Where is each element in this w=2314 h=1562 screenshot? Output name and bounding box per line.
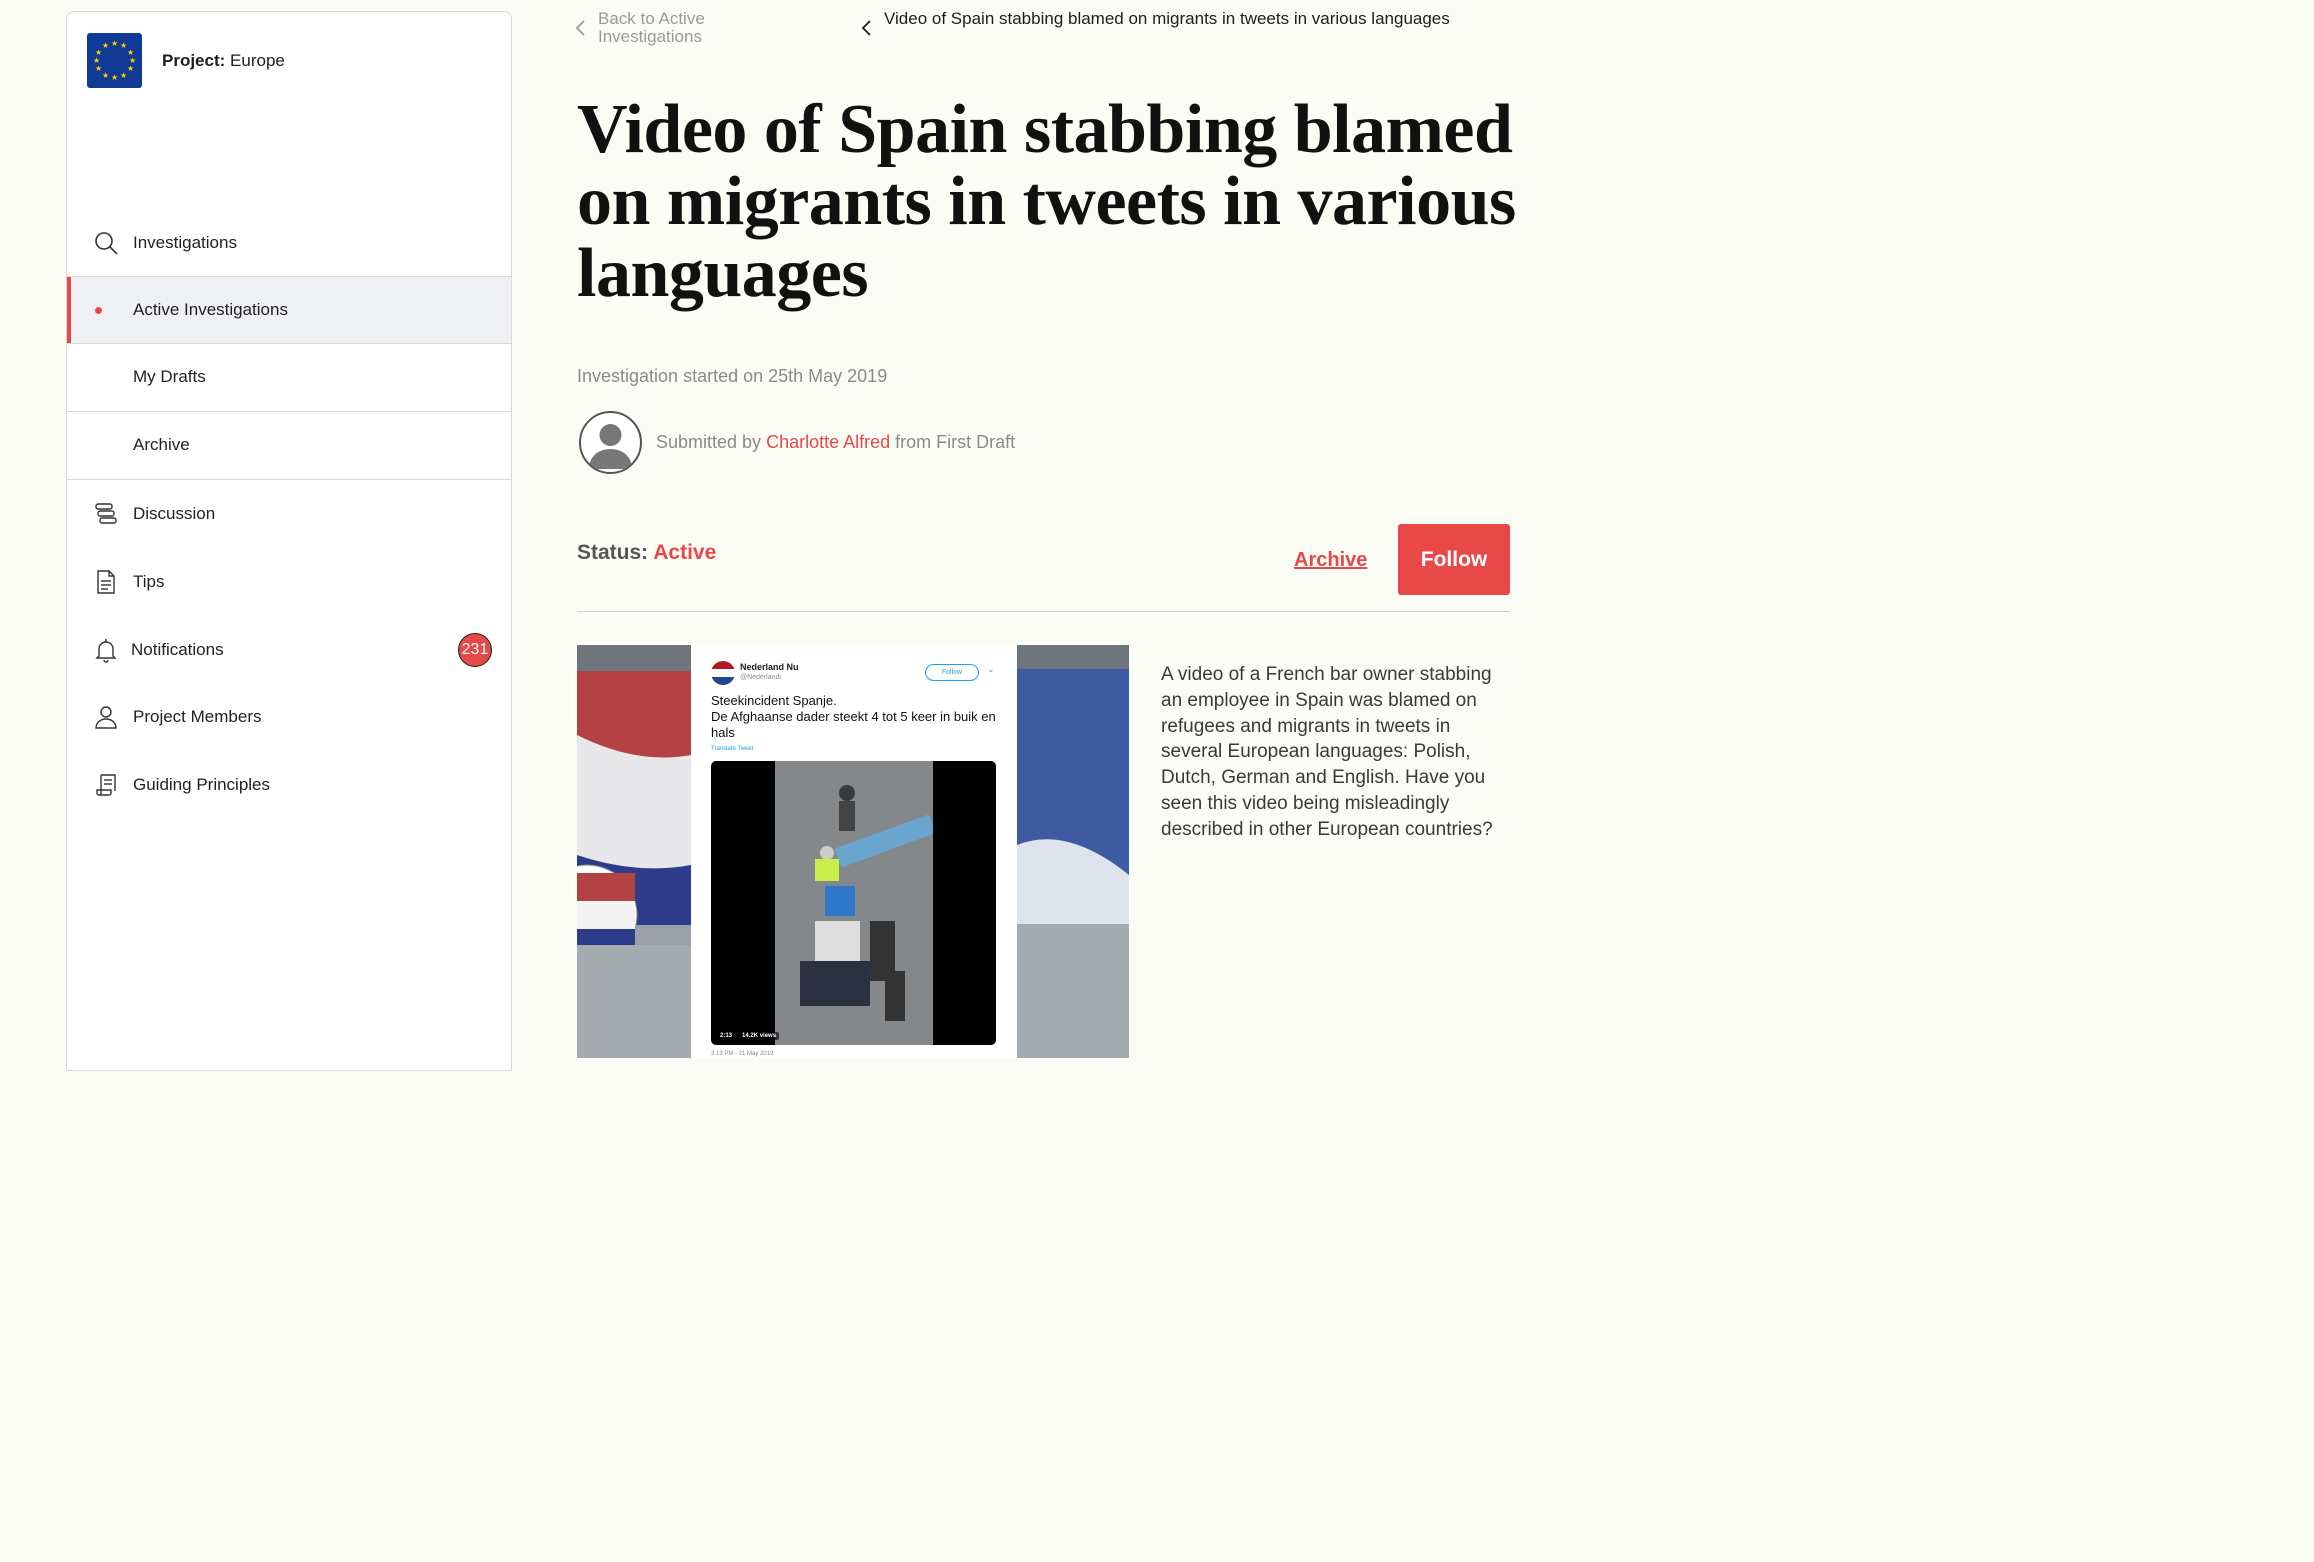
chevron-left-icon <box>860 10 876 41</box>
tweet-text-line: Steekincident Spanje. <box>711 693 837 708</box>
sidebar-item-label: Investigations <box>133 233 237 252</box>
eu-flag-icon: ★ ★ ★ ★ ★ ★ ★ ★ ★ ★ ★ ★ <box>87 33 142 88</box>
sidebar-item-project-members[interactable]: Project Members <box>67 685 511 749</box>
back-link-label: Back to Active Investigations <box>598 9 705 46</box>
sidebar-item-discussion[interactable]: Discussion <box>67 482 511 546</box>
project-prefix: Project: <box>162 50 226 70</box>
tweet-screenshot-image[interactable]: Nederland Nu @Nederlandi Follow ⌄ Steeki… <box>577 645 1129 1058</box>
tweet-avatar <box>711 661 735 685</box>
divider <box>67 479 511 480</box>
investigation-description: A video of a French bar owner stabbing a… <box>1161 664 1493 840</box>
video-frame <box>775 761 936 1045</box>
submitted-prefix: Submitted by <box>656 432 762 452</box>
app-root: ★ ★ ★ ★ ★ ★ ★ ★ ★ ★ ★ ★ Project: Europe <box>0 0 1568 1071</box>
tweet-account-name: Nederland Nu <box>740 662 799 672</box>
divider <box>577 611 1510 612</box>
project-title: Project: Europe <box>162 51 285 71</box>
submitter-name-link[interactable]: Charlotte Alfred <box>766 432 890 452</box>
current-crumb: Video of Spain stabbing blamed on migran… <box>860 10 1460 41</box>
sidebar-item-label: Tips <box>133 572 165 591</box>
sidebar-item-label: Discussion <box>133 504 216 523</box>
notification-count-badge: 231 <box>458 633 492 667</box>
current-crumb-label: Video of Spain stabbing blamed on migran… <box>884 9 1450 28</box>
tweet-follow-button: Follow <box>925 664 979 681</box>
submitter-text: Submitted by Charlotte Alfred from First… <box>656 432 1015 453</box>
sidebar-item-label: Notifications <box>131 640 224 659</box>
sidebar-item-label: Active Investigations <box>133 300 288 319</box>
submitter-info: Submitted by Charlotte Alfred from First… <box>579 411 1015 474</box>
tweet-handle: @Nederlandi <box>740 674 781 681</box>
sidebar-item-tips[interactable]: Tips <box>67 550 511 614</box>
bell-icon <box>93 637 119 663</box>
chevron-down-icon: ⌄ <box>987 664 995 674</box>
video-duration: 2:13 <box>717 1032 736 1040</box>
archive-link[interactable]: Archive <box>1294 549 1367 572</box>
tweet-date: 3:13 PM - 21 May 2019 <box>711 1051 774 1057</box>
breadcrumb: Back to Active Investigations Video of S… <box>574 10 1474 50</box>
user-icon <box>93 704 119 730</box>
background-profile-left <box>577 645 691 1058</box>
search-icon <box>93 230 119 256</box>
status-label: Status: <box>577 541 649 564</box>
status-badge: Active <box>653 541 717 564</box>
sidebar-item-label: My Drafts <box>133 367 206 386</box>
submitted-suffix: from First Draft <box>895 432 1016 452</box>
tweet-video: 2:13 14.2K views <box>711 761 996 1045</box>
investigation-start-date: Investigation started on 25th May 2019 <box>577 366 888 386</box>
project-header[interactable]: ★ ★ ★ ★ ★ ★ ★ ★ ★ ★ ★ ★ Project: Europe <box>87 33 285 88</box>
sidebar-item-label: Guiding Principles <box>133 775 271 794</box>
chevron-left-icon <box>574 10 590 46</box>
tweet-text-line: De Afghaanse dader steekt 4 tot 5 keer i… <box>711 709 996 740</box>
back-link[interactable]: Back to Active Investigations <box>574 10 748 46</box>
project-name: Europe <box>230 50 285 70</box>
sidebar-item-label: Project Members <box>133 707 262 726</box>
document-icon <box>93 569 119 595</box>
sidebar-item-my-drafts[interactable]: My Drafts <box>67 344 511 410</box>
sidebar-item-label: Archive <box>133 435 190 454</box>
active-indicator-dot <box>95 306 102 314</box>
follow-button[interactable]: Follow <box>1398 524 1510 595</box>
sidebar-item-active-investigations[interactable]: Active Investigations <box>67 277 511 343</box>
avatar <box>579 411 642 474</box>
video-views: 14.2K views <box>739 1032 780 1040</box>
tweet-text: Steekincident Spanje. De Afghaanse dader… <box>711 693 1001 741</box>
scroll-icon <box>93 772 119 798</box>
page-title: Video of Spain stabbing blamed on migran… <box>577 91 1516 312</box>
discussion-icon <box>93 501 119 527</box>
background-profile-right <box>1017 645 1129 1058</box>
tweet-translate-link: Translate Tweet <box>711 746 754 752</box>
video-meta: 2:13 14.2K views <box>717 1032 780 1040</box>
sidebar-item-archive[interactable]: Archive <box>67 412 511 478</box>
tweet-card: Nederland Nu @Nederlandi Follow ⌄ Steeki… <box>691 645 1017 1058</box>
sidebar-item-investigations[interactable]: Investigations <box>67 212 511 274</box>
sidebar-item-notifications[interactable]: Notifications 231 <box>67 618 511 682</box>
status-row: Status: Active <box>577 541 716 565</box>
sidebar-item-guiding-principles[interactable]: Guiding Principles <box>67 753 511 817</box>
sidebar: ★ ★ ★ ★ ★ ★ ★ ★ ★ ★ ★ ★ Project: Europe <box>66 11 512 1071</box>
